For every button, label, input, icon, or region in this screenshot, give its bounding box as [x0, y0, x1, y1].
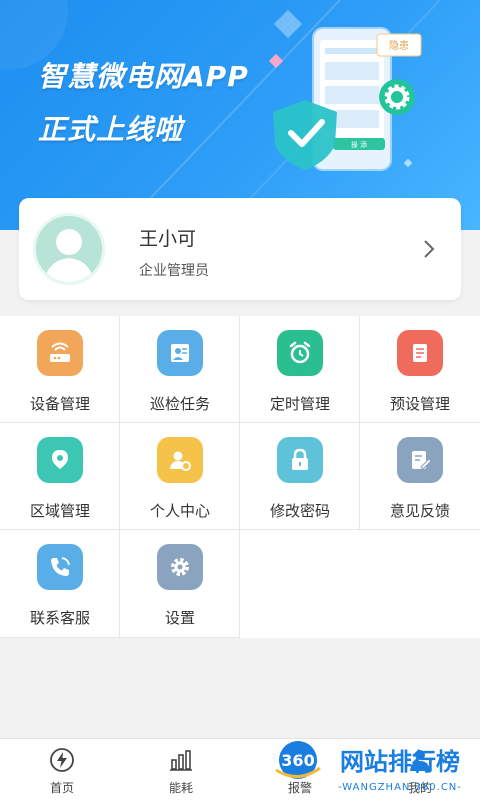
user-gear-icon	[157, 437, 203, 483]
menu-item-label: 修改密码	[269, 503, 330, 520]
menu-item-label: 定时管理	[269, 396, 330, 413]
watermark-subtitle: -WANGZHAN.360.CN-	[338, 782, 462, 793]
lock-icon	[277, 437, 323, 483]
feedback-icon	[397, 437, 443, 483]
lightning-icon	[50, 748, 74, 772]
watermark-title: 网站排行榜	[340, 748, 460, 776]
profile-card[interactable]: 王小可 企业管理员	[19, 198, 461, 300]
bar-chart-icon	[170, 750, 192, 771]
user-name: 王小可	[139, 229, 197, 250]
avatar-silhouette-icon	[36, 216, 102, 282]
menu-item-label: 联系客服	[29, 610, 90, 627]
banner-subheadline: 正式上线啦	[38, 113, 184, 146]
menu-item-personal-center[interactable]: 个人中心	[120, 423, 240, 530]
watermark-logo: 360 网站排行榜 -WANGZHAN.360.CN-	[275, 741, 462, 793]
phone-illustration: 操 添 隐患	[273, 27, 422, 171]
chevron-right-icon	[424, 240, 435, 258]
phone-button-text: 操 添	[351, 140, 367, 149]
alarm-clock-icon	[277, 330, 323, 376]
menu-item-area-management[interactable]: 区域管理	[0, 423, 120, 530]
phone-icon	[37, 544, 83, 590]
menu-item-contact-support[interactable]: 联系客服	[0, 530, 120, 638]
watermark-badge: 360	[281, 751, 314, 770]
banner-headline: 智慧微电网APP	[38, 60, 249, 93]
menu-item-inspection-tasks[interactable]: 巡检任务	[120, 316, 240, 423]
inspection-icon	[157, 330, 203, 376]
promo-banner[interactable]: 智慧微电网APP 正式上线啦 操 添 隐患	[0, 0, 480, 230]
avatar	[33, 213, 105, 285]
clipboard-icon	[397, 330, 443, 376]
menu-item-label: 设备管理	[29, 396, 90, 413]
nav-item-home[interactable]: 首页	[2, 739, 122, 800]
nav-label: 首页	[49, 781, 74, 795]
menu-item-schedule-management[interactable]: 定时管理	[240, 316, 360, 423]
menu-item-feedback[interactable]: 意见反馈	[360, 423, 480, 530]
menu-item-label: 意见反馈	[389, 503, 450, 520]
router-icon	[37, 330, 83, 376]
menu-grid: 设备管理 巡检任务 定时管理 预设管理 区域管理 个人中心 修改密码 意见反馈 …	[0, 316, 480, 638]
menu-item-preset-management[interactable]: 预设管理	[360, 316, 480, 423]
user-role: 企业管理员	[139, 262, 209, 278]
menu-item-change-password[interactable]: 修改密码	[240, 423, 360, 530]
menu-item-label: 设置	[164, 610, 195, 627]
nav-item-energy[interactable]: 能耗	[121, 739, 241, 800]
menu-item-device-management[interactable]: 设备管理	[0, 316, 120, 423]
phone-tag-text: 隐患	[389, 40, 409, 52]
menu-item-label: 巡检任务	[149, 396, 210, 413]
menu-item-label: 区域管理	[29, 503, 90, 520]
menu-item-label: 个人中心	[149, 503, 210, 520]
gear-icon	[157, 544, 203, 590]
menu-item-settings[interactable]: 设置	[120, 530, 240, 638]
nav-label: 能耗	[168, 781, 193, 795]
location-icon	[37, 437, 83, 483]
menu-item-label: 预设管理	[389, 396, 450, 413]
